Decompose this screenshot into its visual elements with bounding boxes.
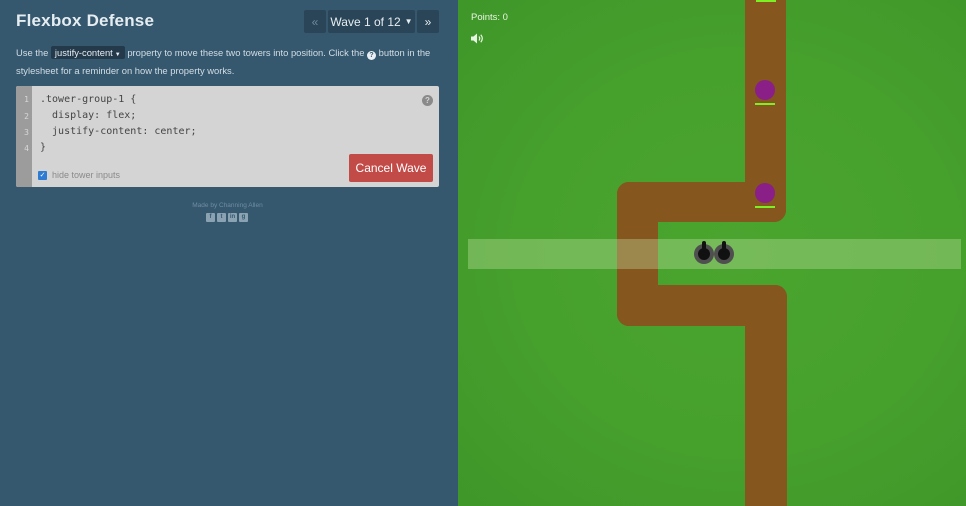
line-number: 4 (24, 144, 29, 153)
line-number: 3 (24, 128, 29, 137)
enemy-creep (755, 80, 775, 100)
hide-tower-inputs-option[interactable]: ✓ hide tower inputs (38, 170, 120, 180)
enemy-health-bar (756, 0, 776, 2)
enemy-health-bar (755, 206, 775, 208)
chevron-down-icon: ▼ (404, 17, 413, 26)
help-icon[interactable]: ? (422, 95, 433, 106)
tower (714, 241, 734, 264)
twitter-icon[interactable]: t (217, 213, 226, 222)
code-line[interactable]: justify-content: center; (40, 126, 197, 137)
game-board: Points: 0 (458, 0, 966, 506)
cancel-wave-button[interactable]: Cancel Wave (349, 154, 433, 182)
prev-wave-button[interactable]: « (304, 10, 326, 33)
made-by-credit: Made by Channing Allen (192, 202, 263, 209)
enemy-health-bar (755, 103, 775, 105)
facebook-icon[interactable]: f (206, 213, 215, 222)
wave-label: Wave 1 of 12 (330, 14, 401, 29)
next-wave-button[interactable]: » (417, 10, 439, 33)
property-name: justify-content (54, 47, 113, 58)
enemy-path-segment (745, 285, 787, 506)
social-links: f t in g (206, 213, 248, 222)
tower (694, 241, 714, 264)
question-icon: ? (367, 51, 377, 60)
code-line: display: flex; (40, 110, 137, 121)
line-gutter: 1 2 3 4 (16, 86, 32, 187)
instructions-prefix: Use the (16, 47, 49, 58)
instructions: Use the justify-content ▼ property to mov… (16, 45, 444, 78)
points-counter: Points: 0 (471, 12, 508, 23)
instructions-middle: property to move these two towers into p… (127, 47, 365, 58)
line-number: 2 (24, 112, 29, 121)
github-icon[interactable]: g (239, 213, 248, 222)
line-number: 1 (24, 95, 29, 104)
chevron-down-icon: ▼ (114, 52, 121, 58)
wave-select-button[interactable]: Wave 1 of 12 ▼ (328, 10, 415, 33)
sound-icon[interactable] (471, 31, 484, 49)
code-line: .tower-group-1 { (40, 94, 137, 105)
linkedin-icon[interactable]: in (228, 213, 237, 222)
stylesheet-editor[interactable]: 1 2 3 4 .tower-group-1 { display: flex; … (16, 86, 439, 187)
page-title: Flexbox Defense (16, 11, 155, 30)
code-line: } (40, 142, 47, 153)
enemy-creep (755, 183, 775, 203)
hide-tower-inputs-checkbox[interactable]: ✓ (38, 170, 47, 180)
sidebar: Flexbox Defense « Wave 1 of 12 ▼ » Use t… (0, 0, 458, 506)
hide-tower-inputs-label: hide tower inputs (52, 170, 121, 180)
property-dropdown[interactable]: justify-content ▼ (50, 46, 125, 59)
